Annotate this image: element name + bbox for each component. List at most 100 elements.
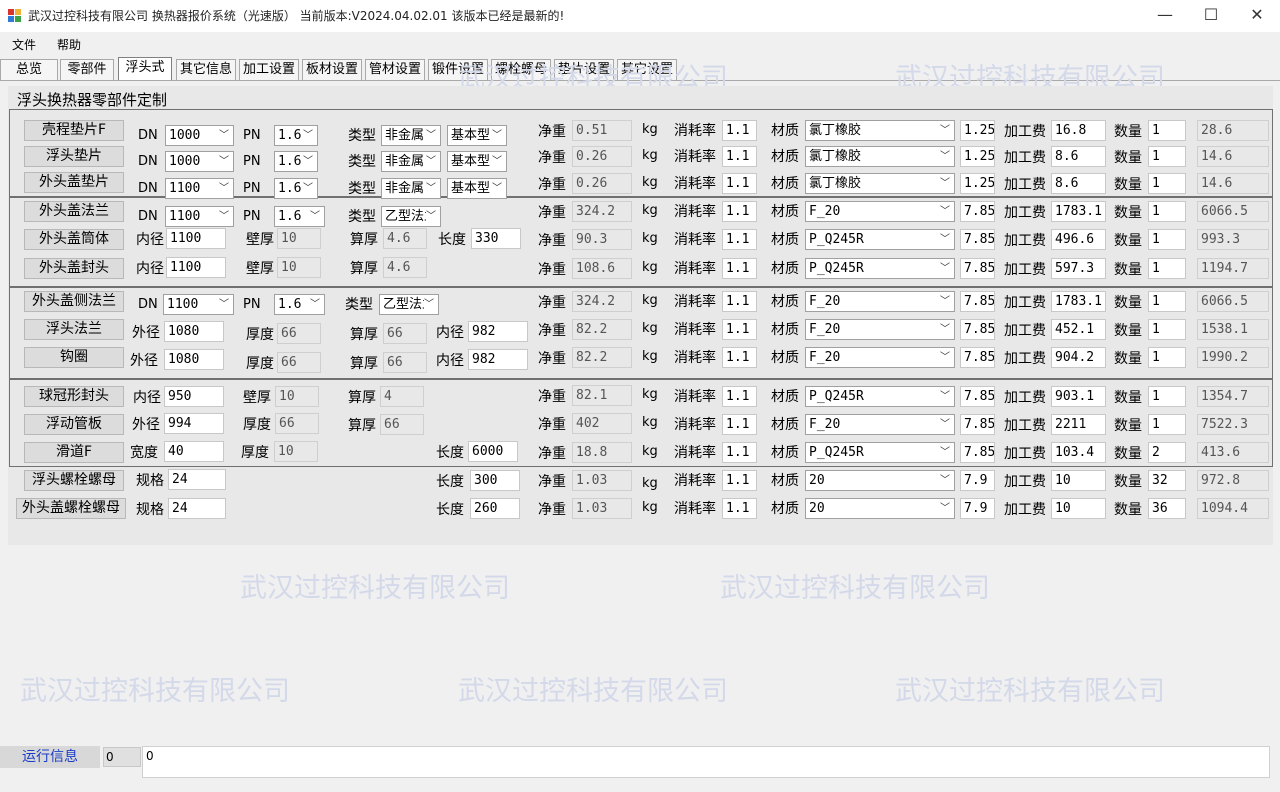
- density-input[interactable]: 7.85: [960, 386, 995, 407]
- density-input[interactable]: 1.25: [960, 120, 995, 141]
- density-input[interactable]: 1.25: [960, 173, 995, 194]
- tab-pipe[interactable]: 管材设置: [365, 59, 425, 81]
- maximize-button[interactable]: ☐: [1188, 0, 1234, 32]
- density-input[interactable]: 7.85: [960, 414, 995, 435]
- qty-input[interactable]: 1: [1148, 386, 1186, 407]
- length-input[interactable]: 6000: [468, 441, 518, 462]
- inner-diameter-input[interactable]: 982: [468, 349, 528, 370]
- qty-input[interactable]: 1: [1148, 229, 1186, 250]
- fee-input[interactable]: 8.6: [1051, 146, 1106, 167]
- loss-input[interactable]: 1.1: [722, 258, 757, 279]
- length-input[interactable]: 330: [471, 228, 521, 249]
- qty-input[interactable]: 1: [1148, 319, 1186, 340]
- dn-select[interactable]: 1100 ﹀: [163, 294, 234, 315]
- fee-input[interactable]: 8.6: [1051, 173, 1106, 194]
- qty-input[interactable]: 1: [1148, 173, 1186, 194]
- type-select[interactable]: 非金属 ﹀: [381, 125, 441, 146]
- loss-input[interactable]: 1.1: [722, 414, 757, 435]
- qty-input[interactable]: 32: [1148, 470, 1186, 491]
- density-input[interactable]: 7.9: [960, 498, 995, 519]
- tab-floating-head[interactable]: 浮头式: [118, 57, 172, 81]
- fee-input[interactable]: 16.8: [1051, 120, 1106, 141]
- fee-input[interactable]: 1783.1: [1051, 201, 1106, 222]
- dn-select[interactable]: 1000 ﹀: [165, 151, 234, 172]
- fee-input[interactable]: 103.4: [1051, 442, 1106, 463]
- material-select[interactable]: 氯丁橡胶 ﹀: [805, 120, 955, 141]
- tab-other-info[interactable]: 其它信息: [176, 59, 236, 81]
- tab-plate[interactable]: 板材设置: [302, 59, 362, 81]
- dn-select[interactable]: 1100 ﹀: [165, 178, 234, 199]
- material-select[interactable]: F_20 ﹀: [805, 291, 955, 312]
- spec-input[interactable]: 24: [168, 498, 226, 519]
- loss-input[interactable]: 1.1: [722, 498, 757, 519]
- run-info-log[interactable]: 0: [142, 746, 1270, 778]
- tab-gasket[interactable]: 垫片设置: [554, 59, 614, 81]
- density-input[interactable]: 7.85: [960, 442, 995, 463]
- tab-other-settings[interactable]: 其它设置: [617, 59, 677, 81]
- inner-diameter-input[interactable]: 1100: [166, 257, 226, 278]
- type-select[interactable]: 非金属 ﹀: [381, 151, 441, 172]
- subtype-select[interactable]: 基本型 ﹀: [447, 151, 507, 172]
- outer-diameter-input[interactable]: 1080: [164, 321, 224, 342]
- outer-diameter-input[interactable]: 994: [164, 413, 224, 434]
- fee-input[interactable]: 1783.1: [1051, 291, 1106, 312]
- tab-parts[interactable]: 零部件: [60, 59, 114, 81]
- pn-select[interactable]: 1.6 ﹀: [274, 125, 318, 146]
- minimize-button[interactable]: —: [1142, 0, 1188, 32]
- density-input[interactable]: 7.85: [960, 291, 995, 312]
- dn-select[interactable]: 1000 ﹀: [165, 125, 234, 146]
- menu-file[interactable]: 文件: [12, 36, 36, 53]
- material-select[interactable]: P_Q245R ﹀: [805, 258, 955, 279]
- length-input[interactable]: 260: [470, 498, 520, 519]
- subtype-select[interactable]: 基本型 ﹀: [447, 125, 507, 146]
- fee-input[interactable]: 10: [1051, 470, 1106, 491]
- fee-input[interactable]: 2211: [1051, 414, 1106, 435]
- loss-input[interactable]: 1.1: [722, 229, 757, 250]
- loss-input[interactable]: 1.1: [722, 291, 757, 312]
- qty-input[interactable]: 36: [1148, 498, 1186, 519]
- type-select[interactable]: 非金属 ﹀: [381, 178, 441, 199]
- menu-help[interactable]: 帮助: [57, 36, 81, 53]
- loss-input[interactable]: 1.1: [722, 201, 757, 222]
- fee-input[interactable]: 496.6: [1051, 229, 1106, 250]
- qty-input[interactable]: 1: [1148, 291, 1186, 312]
- fee-input[interactable]: 904.2: [1051, 347, 1106, 368]
- material-select[interactable]: 20 ﹀: [805, 498, 955, 519]
- material-select[interactable]: 氯丁橡胶 ﹀: [805, 173, 955, 194]
- pn-select[interactable]: 1.6 ﹀: [274, 151, 318, 172]
- pn-select[interactable]: 1.6 ﹀: [274, 206, 325, 227]
- qty-input[interactable]: 1: [1148, 146, 1186, 167]
- qty-input[interactable]: 2: [1148, 442, 1186, 463]
- pn-select[interactable]: 1.6 ﹀: [274, 178, 318, 199]
- density-input[interactable]: 7.85: [960, 347, 995, 368]
- fee-input[interactable]: 597.3: [1051, 258, 1106, 279]
- length-input[interactable]: 300: [470, 470, 520, 491]
- loss-input[interactable]: 1.1: [722, 146, 757, 167]
- loss-input[interactable]: 1.1: [722, 347, 757, 368]
- material-select[interactable]: F_20 ﹀: [805, 319, 955, 340]
- inner-diameter-input[interactable]: 982: [468, 321, 528, 342]
- material-select[interactable]: 氯丁橡胶 ﹀: [805, 146, 955, 167]
- fee-input[interactable]: 903.1: [1051, 386, 1106, 407]
- inner-diameter-input[interactable]: 1100: [166, 228, 226, 249]
- loss-input[interactable]: 1.1: [722, 470, 757, 491]
- material-select[interactable]: P_Q245R ﹀: [805, 442, 955, 463]
- density-input[interactable]: 1.25: [960, 146, 995, 167]
- loss-input[interactable]: 1.1: [722, 319, 757, 340]
- tab-forging[interactable]: 锻件设置: [428, 59, 488, 81]
- material-select[interactable]: F_20 ﹀: [805, 414, 955, 435]
- fee-input[interactable]: 10: [1051, 498, 1106, 519]
- fee-input[interactable]: 452.1: [1051, 319, 1106, 340]
- qty-input[interactable]: 1: [1148, 120, 1186, 141]
- density-input[interactable]: 7.85: [960, 258, 995, 279]
- qty-input[interactable]: 1: [1148, 414, 1186, 435]
- qty-input[interactable]: 1: [1148, 201, 1186, 222]
- subtype-select[interactable]: 基本型 ﹀: [447, 178, 507, 199]
- pn-select[interactable]: 1.6 ﹀: [274, 294, 325, 315]
- loss-input[interactable]: 1.1: [722, 386, 757, 407]
- density-input[interactable]: 7.85: [960, 319, 995, 340]
- material-select[interactable]: F_20 ﹀: [805, 347, 955, 368]
- tab-overview[interactable]: 总览: [0, 59, 58, 81]
- qty-input[interactable]: 1: [1148, 347, 1186, 368]
- loss-input[interactable]: 1.1: [722, 120, 757, 141]
